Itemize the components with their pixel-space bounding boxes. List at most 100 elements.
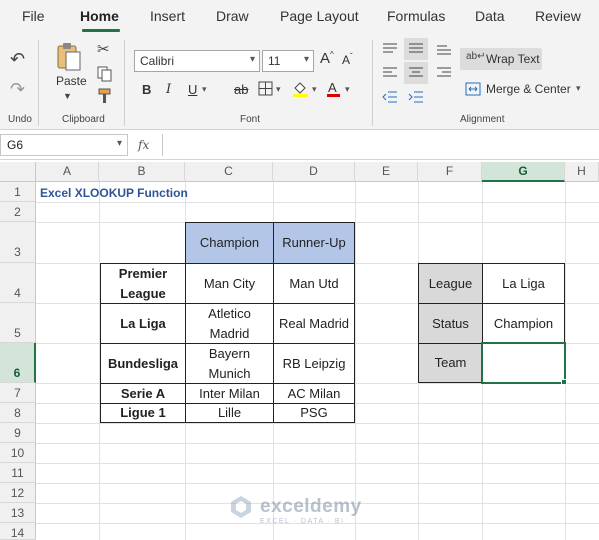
table-cell-champion[interactable]: Bayern Munich bbox=[185, 343, 274, 384]
lookup-label-team[interactable]: Team bbox=[418, 343, 483, 383]
table-cell-champion[interactable]: Lille bbox=[185, 403, 274, 423]
column-header-h[interactable]: H bbox=[565, 162, 599, 182]
font-color-icon[interactable]: A bbox=[326, 80, 341, 101]
chevron-down-icon: ▾ bbox=[303, 54, 309, 65]
row-header-2[interactable]: 2 bbox=[0, 202, 36, 222]
font-color-dropdown-icon[interactable]: ▾ bbox=[345, 84, 350, 95]
align-center-icon[interactable] bbox=[404, 62, 428, 84]
table-cell-league[interactable]: Ligue 1 bbox=[100, 403, 186, 423]
increase-font-button[interactable]: A^ bbox=[320, 50, 334, 67]
table-cell-champion[interactable]: Man City bbox=[185, 263, 274, 304]
row-header-12[interactable]: 12 bbox=[0, 483, 36, 503]
table-cell-champion[interactable]: Atletico Madrid bbox=[185, 303, 274, 344]
exceldemy-logo-icon bbox=[228, 494, 254, 520]
tab-insert[interactable]: Insert bbox=[150, 8, 185, 24]
borders-icon[interactable] bbox=[258, 81, 273, 99]
font-name-select[interactable]: Calibri ▾ bbox=[134, 50, 260, 72]
insert-function-button[interactable]: fx bbox=[138, 138, 149, 152]
lookup-value-status[interactable]: Champion bbox=[482, 303, 565, 344]
align-bottom-icon[interactable] bbox=[436, 42, 452, 59]
merge-center-button[interactable]: Merge & Center ▾ bbox=[460, 78, 590, 100]
column-header-c[interactable]: C bbox=[185, 162, 273, 182]
gridline bbox=[36, 463, 599, 464]
tab-page-layout[interactable]: Page Layout bbox=[280, 8, 359, 24]
row-header-8[interactable]: 8 bbox=[0, 403, 36, 423]
lookup-value-league[interactable]: La Liga bbox=[482, 263, 565, 304]
cut-icon[interactable]: ✂ bbox=[97, 42, 110, 57]
row-header-5[interactable]: 5 bbox=[0, 303, 36, 343]
row-header-10[interactable]: 10 bbox=[0, 443, 36, 463]
merge-center-icon bbox=[465, 82, 481, 96]
tab-draw[interactable]: Draw bbox=[216, 8, 249, 24]
row-header-13[interactable]: 13 bbox=[0, 503, 36, 523]
column-header-a[interactable]: A bbox=[36, 162, 99, 182]
table-header-runner-up[interactable]: Runner-Up bbox=[273, 222, 355, 264]
tab-file[interactable]: File bbox=[22, 8, 45, 24]
active-cell-selection[interactable] bbox=[481, 342, 566, 384]
bold-button[interactable]: B bbox=[142, 82, 151, 97]
table-header-champion[interactable]: Champion bbox=[185, 222, 274, 264]
row-header-4[interactable]: 4 bbox=[0, 263, 36, 303]
table-cell-champion[interactable]: Inter Milan bbox=[185, 383, 274, 404]
table-cell-runner-up[interactable]: Real Madrid bbox=[273, 303, 355, 344]
strikethrough-button[interactable]: ab bbox=[234, 82, 248, 97]
italic-button[interactable]: I bbox=[166, 82, 171, 97]
lookup-label-league[interactable]: League bbox=[418, 263, 483, 304]
underline-button[interactable]: U bbox=[188, 82, 197, 97]
table-cell-league[interactable]: Serie A bbox=[100, 383, 186, 404]
undo-icon[interactable]: ↶ bbox=[10, 50, 25, 68]
formula-input[interactable] bbox=[162, 134, 599, 156]
paste-button-label[interactable]: Paste bbox=[56, 74, 87, 88]
row-header-14[interactable]: 14 bbox=[0, 523, 36, 540]
wrap-text-button[interactable]: ab↵ Wrap Text bbox=[460, 48, 542, 70]
redo-icon[interactable]: ↷ bbox=[10, 80, 25, 98]
table-cell-league[interactable]: Premier League bbox=[100, 263, 186, 304]
tab-home[interactable]: Home bbox=[80, 8, 119, 24]
chevron-down-icon[interactable]: ▾ bbox=[576, 83, 581, 94]
tab-data[interactable]: Data bbox=[475, 8, 505, 24]
table-cell-runner-up[interactable]: AC Milan bbox=[273, 383, 355, 404]
align-right-icon[interactable] bbox=[436, 66, 452, 83]
align-left-icon[interactable] bbox=[382, 66, 398, 83]
copy-icon[interactable] bbox=[97, 66, 113, 85]
row-header-1[interactable]: 1 bbox=[0, 182, 36, 202]
borders-dropdown-icon[interactable]: ▾ bbox=[276, 84, 281, 95]
underline-dropdown-icon[interactable]: ▾ bbox=[202, 84, 207, 95]
column-header-d[interactable]: D bbox=[273, 162, 355, 182]
row-header-11[interactable]: 11 bbox=[0, 463, 36, 483]
fill-handle[interactable] bbox=[561, 379, 567, 385]
align-top-icon[interactable] bbox=[382, 42, 398, 59]
table-cell-runner-up[interactable]: Man Utd bbox=[273, 263, 355, 304]
table-cell-runner-up[interactable]: RB Leipzig bbox=[273, 343, 355, 384]
column-header-e[interactable]: E bbox=[355, 162, 418, 182]
name-box[interactable]: G6 ▾ bbox=[0, 134, 128, 156]
paste-dropdown-icon[interactable]: ▼ bbox=[63, 92, 72, 101]
decrease-indent-icon[interactable] bbox=[382, 90, 398, 107]
tab-review[interactable]: Review bbox=[535, 8, 581, 24]
paste-icon[interactable] bbox=[56, 42, 82, 75]
format-painter-icon[interactable] bbox=[97, 88, 113, 107]
row-header-9[interactable]: 9 bbox=[0, 423, 36, 443]
column-header-b[interactable]: B bbox=[99, 162, 185, 182]
table-cell-league[interactable]: La Liga bbox=[100, 303, 186, 344]
fill-color-icon[interactable] bbox=[292, 80, 309, 101]
row-header-3[interactable]: 3 bbox=[0, 222, 36, 263]
decrease-font-button[interactable]: Aˇ bbox=[342, 52, 353, 67]
lookup-label-status[interactable]: Status bbox=[418, 303, 483, 344]
increase-indent-icon[interactable] bbox=[408, 90, 424, 107]
gridline bbox=[355, 182, 356, 540]
select-all-corner[interactable] bbox=[0, 162, 36, 182]
table-cell-runner-up[interactable]: PSG bbox=[273, 403, 355, 423]
column-header-f[interactable]: F bbox=[418, 162, 482, 182]
tab-formulas[interactable]: Formulas bbox=[387, 8, 445, 24]
wrap-text-icon: ab↵ bbox=[466, 51, 486, 62]
align-middle-icon[interactable] bbox=[404, 38, 428, 60]
sheet-title[interactable]: Excel XLOOKUP Function bbox=[40, 186, 188, 200]
column-header-g[interactable]: G bbox=[482, 162, 565, 182]
gridline bbox=[36, 443, 599, 444]
row-header-7[interactable]: 7 bbox=[0, 383, 36, 403]
font-size-select[interactable]: 11 ▾ bbox=[262, 50, 314, 72]
fill-color-dropdown-icon[interactable]: ▾ bbox=[312, 84, 317, 95]
row-header-6[interactable]: 6 bbox=[0, 343, 36, 383]
table-cell-league[interactable]: Bundesliga bbox=[100, 343, 186, 384]
